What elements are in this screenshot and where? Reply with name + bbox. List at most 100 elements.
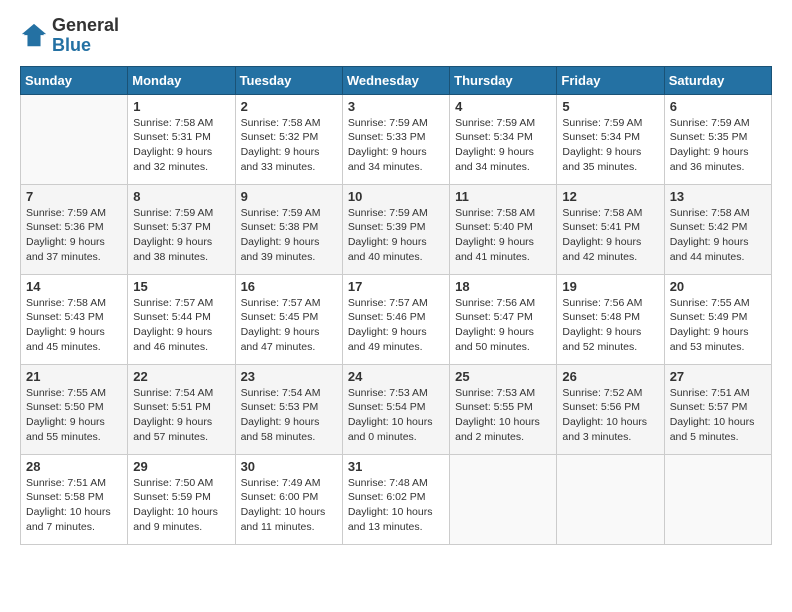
day-info: Sunrise: 7:56 AMSunset: 5:47 PMDaylight:… xyxy=(455,296,551,355)
day-info: Sunrise: 7:57 AMSunset: 5:45 PMDaylight:… xyxy=(241,296,337,355)
calendar-cell: 5 Sunrise: 7:59 AMSunset: 5:34 PMDaylight… xyxy=(557,94,664,184)
calendar-cell: 22 Sunrise: 7:54 AMSunset: 5:51 PMDayligh… xyxy=(128,364,235,454)
logo-icon xyxy=(20,22,48,50)
week-row-5: 28 Sunrise: 7:51 AMSunset: 5:58 PMDayligh… xyxy=(21,454,772,544)
day-number: 8 xyxy=(133,189,229,204)
week-row-2: 7Sunrise: 7:59 AMSunset: 5:36 PMDaylight… xyxy=(21,184,772,274)
logo-general: General xyxy=(52,16,119,36)
calendar-cell xyxy=(21,94,128,184)
week-row-4: 21 Sunrise: 7:55 AMSunset: 5:50 PMDayligh… xyxy=(21,364,772,454)
day-info: Sunrise: 7:58 AMSunset: 5:32 PMDaylight:… xyxy=(241,116,337,175)
day-number: 25 xyxy=(455,369,551,384)
calendar-cell: 3Sunrise: 7:59 AMSunset: 5:33 PMDaylight… xyxy=(342,94,449,184)
day-number: 24 xyxy=(348,369,444,384)
day-info: Sunrise: 7:55 AMSunset: 5:50 PMDaylight:… xyxy=(26,386,122,445)
calendar-cell: 31Sunrise: 7:48 AMSunset: 6:02 PMDayligh… xyxy=(342,454,449,544)
day-info: Sunrise: 7:57 AMSunset: 5:44 PMDaylight:… xyxy=(133,296,229,355)
day-number: 21 xyxy=(26,369,122,384)
calendar-cell: 23 Sunrise: 7:54 AMSunset: 5:53 PMDayligh… xyxy=(235,364,342,454)
day-number: 9 xyxy=(241,189,337,204)
day-number: 12 xyxy=(562,189,658,204)
weekday-header-tuesday: Tuesday xyxy=(235,66,342,94)
day-info: Sunrise: 7:48 AMSunset: 6:02 PMDaylight:… xyxy=(348,476,444,535)
day-number: 27 xyxy=(670,369,766,384)
weekday-header-thursday: Thursday xyxy=(450,66,557,94)
day-info: Sunrise: 7:59 AMSunset: 5:34 PMDaylight:… xyxy=(455,116,551,175)
day-number: 11 xyxy=(455,189,551,204)
calendar-cell: 1 Sunrise: 7:58 AMSunset: 5:31 PMDaylight… xyxy=(128,94,235,184)
day-info: Sunrise: 7:59 AMSunset: 5:38 PMDaylight:… xyxy=(241,206,337,265)
calendar-cell: 18 Sunrise: 7:56 AMSunset: 5:47 PMDayligh… xyxy=(450,274,557,364)
day-number: 18 xyxy=(455,279,551,294)
day-number: 1 xyxy=(133,99,229,114)
week-row-3: 14Sunrise: 7:58 AMSunset: 5:43 PMDayligh… xyxy=(21,274,772,364)
day-info: Sunrise: 7:49 AMSunset: 6:00 PMDaylight:… xyxy=(241,476,337,535)
calendar-cell: 2 Sunrise: 7:58 AMSunset: 5:32 PMDaylight… xyxy=(235,94,342,184)
day-number: 30 xyxy=(241,459,337,474)
calendar-cell: 20 Sunrise: 7:55 AMSunset: 5:49 PMDayligh… xyxy=(664,274,771,364)
day-info: Sunrise: 7:58 AMSunset: 5:31 PMDaylight:… xyxy=(133,116,229,175)
calendar-cell: 19 Sunrise: 7:56 AMSunset: 5:48 PMDayligh… xyxy=(557,274,664,364)
calendar-cell: 8 Sunrise: 7:59 AMSunset: 5:37 PMDaylight… xyxy=(128,184,235,274)
day-info: Sunrise: 7:59 AMSunset: 5:33 PMDaylight:… xyxy=(348,116,444,175)
day-info: Sunrise: 7:56 AMSunset: 5:48 PMDaylight:… xyxy=(562,296,658,355)
day-number: 28 xyxy=(26,459,122,474)
calendar-cell: 17 Sunrise: 7:57 AMSunset: 5:46 PMDayligh… xyxy=(342,274,449,364)
calendar-cell: 10 Sunrise: 7:59 AMSunset: 5:39 PMDayligh… xyxy=(342,184,449,274)
page-header: GeneralBlue xyxy=(20,16,772,56)
calendar-cell: 24 Sunrise: 7:53 AMSunset: 5:54 PMDayligh… xyxy=(342,364,449,454)
calendar-cell: 25 Sunrise: 7:53 AMSunset: 5:55 PMDayligh… xyxy=(450,364,557,454)
day-number: 2 xyxy=(241,99,337,114)
day-info: Sunrise: 7:50 AMSunset: 5:59 PMDaylight:… xyxy=(133,476,229,535)
day-number: 16 xyxy=(241,279,337,294)
calendar-cell: 9 Sunrise: 7:59 AMSunset: 5:38 PMDaylight… xyxy=(235,184,342,274)
calendar-cell xyxy=(664,454,771,544)
day-info: Sunrise: 7:58 AMSunset: 5:41 PMDaylight:… xyxy=(562,206,658,265)
calendar-cell: 26Sunrise: 7:52 AMSunset: 5:56 PMDayligh… xyxy=(557,364,664,454)
calendar-cell: 7Sunrise: 7:59 AMSunset: 5:36 PMDaylight… xyxy=(21,184,128,274)
day-info: Sunrise: 7:54 AMSunset: 5:53 PMDaylight:… xyxy=(241,386,337,445)
day-info: Sunrise: 7:59 AMSunset: 5:37 PMDaylight:… xyxy=(133,206,229,265)
day-number: 15 xyxy=(133,279,229,294)
calendar-cell: 29Sunrise: 7:50 AMSunset: 5:59 PMDayligh… xyxy=(128,454,235,544)
calendar-cell: 4Sunrise: 7:59 AMSunset: 5:34 PMDaylight… xyxy=(450,94,557,184)
calendar-cell xyxy=(557,454,664,544)
day-number: 20 xyxy=(670,279,766,294)
calendar-cell: 27 Sunrise: 7:51 AMSunset: 5:57 PMDayligh… xyxy=(664,364,771,454)
day-info: Sunrise: 7:51 AMSunset: 5:57 PMDaylight:… xyxy=(670,386,766,445)
day-info: Sunrise: 7:58 AMSunset: 5:40 PMDaylight:… xyxy=(455,206,551,265)
day-info: Sunrise: 7:51 AMSunset: 5:58 PMDaylight:… xyxy=(26,476,122,535)
day-info: Sunrise: 7:57 AMSunset: 5:46 PMDaylight:… xyxy=(348,296,444,355)
logo-text: GeneralBlue xyxy=(52,16,119,56)
day-number: 22 xyxy=(133,369,229,384)
day-info: Sunrise: 7:59 AMSunset: 5:35 PMDaylight:… xyxy=(670,116,766,175)
day-info: Sunrise: 7:58 AMSunset: 5:42 PMDaylight:… xyxy=(670,206,766,265)
day-info: Sunrise: 7:53 AMSunset: 5:55 PMDaylight:… xyxy=(455,386,551,445)
day-info: Sunrise: 7:53 AMSunset: 5:54 PMDaylight:… xyxy=(348,386,444,445)
day-number: 26 xyxy=(562,369,658,384)
calendar-cell: 12 Sunrise: 7:58 AMSunset: 5:41 PMDayligh… xyxy=(557,184,664,274)
calendar-cell: 6Sunrise: 7:59 AMSunset: 5:35 PMDaylight… xyxy=(664,94,771,184)
day-info: Sunrise: 7:59 AMSunset: 5:34 PMDaylight:… xyxy=(562,116,658,175)
calendar-cell: 30 Sunrise: 7:49 AMSunset: 6:00 PMDayligh… xyxy=(235,454,342,544)
week-row-1: 1 Sunrise: 7:58 AMSunset: 5:31 PMDaylight… xyxy=(21,94,772,184)
calendar-cell: 21 Sunrise: 7:55 AMSunset: 5:50 PMDayligh… xyxy=(21,364,128,454)
day-info: Sunrise: 7:54 AMSunset: 5:51 PMDaylight:… xyxy=(133,386,229,445)
day-number: 23 xyxy=(241,369,337,384)
calendar-cell xyxy=(450,454,557,544)
day-number: 19 xyxy=(562,279,658,294)
day-number: 17 xyxy=(348,279,444,294)
day-number: 10 xyxy=(348,189,444,204)
day-number: 13 xyxy=(670,189,766,204)
calendar-cell: 14Sunrise: 7:58 AMSunset: 5:43 PMDayligh… xyxy=(21,274,128,364)
day-number: 5 xyxy=(562,99,658,114)
day-number: 7 xyxy=(26,189,122,204)
calendar-cell: 13 Sunrise: 7:58 AMSunset: 5:42 PMDayligh… xyxy=(664,184,771,274)
weekday-header-friday: Friday xyxy=(557,66,664,94)
day-info: Sunrise: 7:59 AMSunset: 5:39 PMDaylight:… xyxy=(348,206,444,265)
calendar-cell: 28 Sunrise: 7:51 AMSunset: 5:58 PMDayligh… xyxy=(21,454,128,544)
weekday-header-saturday: Saturday xyxy=(664,66,771,94)
day-info: Sunrise: 7:55 AMSunset: 5:49 PMDaylight:… xyxy=(670,296,766,355)
weekday-header-wednesday: Wednesday xyxy=(342,66,449,94)
weekday-header-monday: Monday xyxy=(128,66,235,94)
